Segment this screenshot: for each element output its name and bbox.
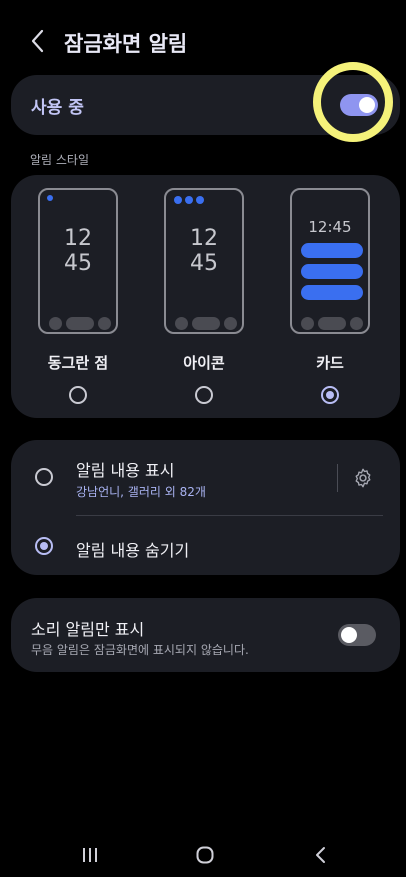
row-divider <box>76 515 383 516</box>
notification-card-1 <box>301 243 363 258</box>
toggle-knob <box>359 97 375 113</box>
style-label-icon: 아이콘 <box>183 354 225 372</box>
notification-icon-2 <box>185 196 193 204</box>
bottom-pill <box>192 317 220 330</box>
bottom-pill <box>66 317 94 330</box>
style-label-card: 카드 <box>316 354 344 372</box>
shortcut-right <box>350 317 363 330</box>
clock-hours: 12 <box>190 226 218 251</box>
show-content-radio[interactable] <box>35 468 53 486</box>
page-title: 잠금화면 알림 <box>64 32 188 56</box>
notification-icon-1 <box>174 196 182 204</box>
bottom-pill <box>318 317 346 330</box>
section-label: 알림 스타일 <box>30 153 90 167</box>
style-preview-card[interactable]: 12:45 <box>290 188 370 334</box>
master-toggle-label: 사용 중 <box>31 98 84 118</box>
clock-minutes: 45 <box>64 251 92 276</box>
master-toggle-switch[interactable] <box>340 94 378 116</box>
sound-only-label: 소리 알림만 표시 <box>31 620 145 639</box>
header: 잠금화면 알림 <box>0 20 406 64</box>
shortcut-left <box>301 317 314 330</box>
shortcut-right <box>224 317 237 330</box>
hide-content-radio[interactable] <box>35 537 53 555</box>
hide-content-label[interactable]: 알림 내용 숨기기 <box>76 537 189 561</box>
clock-hours: 12 <box>64 226 92 251</box>
shortcut-left <box>175 317 188 330</box>
style-label-dot: 동그란 점 <box>47 354 109 372</box>
notification-icon-3 <box>196 196 204 204</box>
content-card <box>11 440 400 575</box>
back-nav-icon[interactable] <box>311 845 331 865</box>
shortcut-left <box>49 317 62 330</box>
notification-dot <box>47 195 53 201</box>
show-content-label[interactable]: 알림 내용 표시 <box>76 457 175 481</box>
recent-apps-icon[interactable] <box>80 845 100 865</box>
sound-only-toggle[interactable] <box>338 624 376 646</box>
sound-only-sub: 무음 알림은 잠금화면에 표시되지 않습니다. <box>31 643 249 657</box>
chevron-left-icon[interactable] <box>28 28 50 54</box>
home-icon[interactable] <box>195 845 215 865</box>
gear-icon[interactable] <box>352 467 374 489</box>
shortcut-right <box>98 317 111 330</box>
style-radio-card[interactable] <box>321 386 339 404</box>
clock-minutes: 45 <box>190 251 218 276</box>
notification-card-3 <box>301 285 363 300</box>
style-preview-dot[interactable]: 12 45 <box>38 188 118 334</box>
toggle-knob <box>341 627 357 643</box>
vertical-divider <box>337 464 338 492</box>
show-content-sub: 강남언니, 갤러리 외 82개 <box>76 485 206 499</box>
notification-card-2 <box>301 264 363 279</box>
style-radio-icon[interactable] <box>195 386 213 404</box>
clock-time: 12:45 <box>308 218 352 236</box>
style-radio-dot[interactable] <box>69 386 87 404</box>
style-preview-icon[interactable]: 12 45 <box>164 188 244 334</box>
